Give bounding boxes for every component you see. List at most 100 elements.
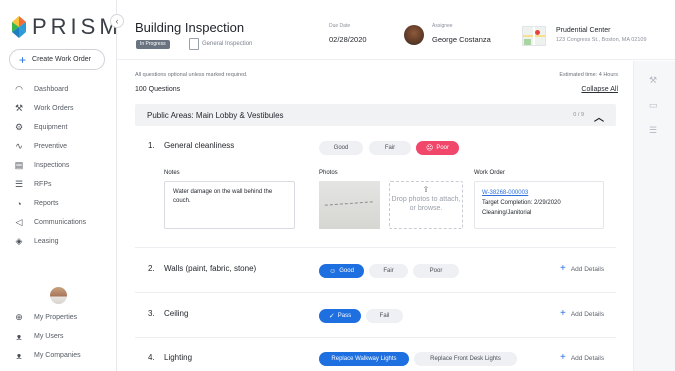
sidebar-item-communications[interactable]: ◁ Communications xyxy=(0,213,116,232)
users-icon: ᴥ xyxy=(16,331,22,342)
smile-icon: ☺ xyxy=(329,267,337,275)
option-label: Replace Front Desk Lights xyxy=(430,356,501,362)
sidebar-item-rfps[interactable]: ☰ RFPs xyxy=(0,175,116,194)
upload-icon: ⇪ xyxy=(422,185,430,194)
location-name[interactable]: Prudential Center xyxy=(556,27,610,34)
section-title: Public Areas: Main Lobby & Vestibules xyxy=(147,111,284,120)
divider xyxy=(135,337,616,338)
sidebar-item-label: Inspections xyxy=(34,162,70,169)
divider xyxy=(135,247,616,248)
required-note: All questions optional unless marked req… xyxy=(135,72,248,78)
question-number: 3. xyxy=(148,309,155,318)
assignee-name[interactable]: George Costanza xyxy=(432,35,491,44)
notes-field[interactable]: Water damage on the wall behind the couc… xyxy=(164,181,295,229)
plus-icon: + xyxy=(19,52,27,67)
page-title: Building Inspection xyxy=(135,20,245,35)
prism-logo[interactable]: PRISM xyxy=(12,14,122,40)
status-badge: In Progress xyxy=(136,40,170,49)
inspection-type: General Inspection xyxy=(202,41,253,47)
sidebar-item-dashboard[interactable]: ◠ Dashboard xyxy=(0,80,116,99)
user-avatar[interactable] xyxy=(50,287,67,304)
megaphone-icon: ◁ xyxy=(15,217,23,227)
work-order-target: Target Completion: 2/29/2020 xyxy=(482,200,561,206)
chevron-up-icon[interactable]: ︿ xyxy=(594,109,604,124)
add-details-button[interactable]: + Add Details xyxy=(560,353,604,363)
plus-icon: + xyxy=(560,352,566,363)
sidebar-nav: ◠ Dashboard ⚒ Work Orders ⚙ Equipment ∿ Prev… xyxy=(0,80,116,251)
question-title: Lighting xyxy=(164,353,193,362)
sidebar: PRISM ‹ + Create Work Order ◠ Dashboard ⚒… xyxy=(0,0,124,371)
add-details-button[interactable]: + Add Details xyxy=(560,264,604,274)
estimated-time: Estimated time: 4 Hours xyxy=(559,72,618,78)
option-poor[interactable]: Poor xyxy=(413,264,459,278)
option-label: Replace Walkway Lights xyxy=(331,356,397,362)
option-label: Fair xyxy=(384,145,396,151)
sidebar-item-my-users[interactable]: ᴥ My Users xyxy=(0,327,116,346)
photo-thumbnail[interactable] xyxy=(319,181,380,229)
option-label: Fair xyxy=(383,268,394,274)
sidebar-item-label: My Companies xyxy=(34,352,81,359)
brand-name: PRISM xyxy=(32,14,122,39)
add-details-button[interactable]: + Add Details xyxy=(560,309,604,319)
wrench-icon[interactable]: ⚒ xyxy=(649,75,657,86)
location-map-thumbnail[interactable] xyxy=(522,26,546,46)
question-number: 1. xyxy=(148,141,155,150)
option-label: Poor xyxy=(436,145,449,151)
companies-icon: ᴥ xyxy=(16,350,22,361)
work-order-label: Work Order xyxy=(474,170,505,176)
sidebar-item-my-properties[interactable]: ⊕ My Properties xyxy=(0,308,116,327)
plus-icon: + xyxy=(560,308,566,319)
sidebar-item-preventive[interactable]: ∿ Preventive xyxy=(0,137,116,156)
notes-label: Notes xyxy=(164,170,180,176)
sidebar-item-leasing[interactable]: ◈ Leasing xyxy=(0,232,116,251)
inspection-content: All questions optional unless marked req… xyxy=(117,61,633,371)
photo-dropzone[interactable]: ⇪ Drop photos to attach, or browse. xyxy=(389,181,463,229)
due-date-label: Due Date xyxy=(329,23,351,29)
collapse-all-link[interactable]: Collapse All xyxy=(581,86,618,93)
sidebar-item-label: Work Orders xyxy=(34,105,74,112)
sidebar-item-label: My Properties xyxy=(34,314,78,321)
option-label: Good xyxy=(339,268,354,274)
check-icon: ✓ xyxy=(328,313,335,320)
gears-icon: ⚙ xyxy=(14,122,24,132)
clipboard-icon xyxy=(189,38,199,50)
sidebar-item-inspections[interactable]: ▤ Inspections xyxy=(0,156,116,175)
option-replace-front-desk-lights[interactable]: Replace Front Desk Lights xyxy=(414,352,517,366)
sidebar-item-my-companies[interactable]: ᴥ My Companies xyxy=(0,346,116,365)
sidebar-item-label: RFPs xyxy=(34,181,52,188)
option-replace-walkway-lights-selected[interactable]: Replace Walkway Lights xyxy=(319,352,409,366)
option-label: Good xyxy=(333,145,349,151)
image-icon[interactable]: ▭ xyxy=(649,100,658,111)
sidebar-item-equipment[interactable]: ⚙ Equipment xyxy=(0,118,116,137)
sidebar-item-work-orders[interactable]: ⚒ Work Orders xyxy=(0,99,116,118)
chart-icon: ◔ xyxy=(16,198,22,209)
question-number: 4. xyxy=(148,353,155,362)
option-good-selected[interactable]: ☺ Good xyxy=(319,264,364,278)
option-fair[interactable]: Fair xyxy=(369,141,411,155)
dropzone-text: Drop photos to attach, or browse. xyxy=(391,196,461,212)
option-fail[interactable]: Fail xyxy=(366,309,403,323)
list-icon[interactable]: ☰ xyxy=(649,125,657,136)
question-title: Walls (paint, fabric, stone) xyxy=(164,264,257,273)
sidebar-item-label: My Users xyxy=(34,333,64,340)
sidebar-item-label: Dashboard xyxy=(34,86,69,93)
option-pass-selected[interactable]: ✓ Pass xyxy=(319,309,361,323)
inspection-header: Building Inspection In Progress General … xyxy=(117,0,675,60)
add-details-label: Add Details xyxy=(570,265,605,273)
section-header[interactable]: Public Areas: Main Lobby & Vestibules 0 … xyxy=(135,104,616,126)
option-fair[interactable]: Fair xyxy=(369,264,408,278)
create-work-order-button[interactable]: + Create Work Order xyxy=(9,49,105,70)
layers-icon: ◈ xyxy=(15,236,23,246)
work-order-card: W-38268-000003 Target Completion: 2/29/2… xyxy=(474,181,604,229)
option-poor-selected[interactable]: ☹ Poor xyxy=(416,141,459,155)
questions-count: 100 Questions xyxy=(135,86,181,93)
location-address: 123 Congress St., Boston, MA 02109 xyxy=(556,37,647,43)
question-3: 3. Ceiling xyxy=(148,309,188,318)
option-label: Pass xyxy=(337,313,352,319)
work-order-link[interactable]: W-38268-000003 xyxy=(482,188,596,198)
assignee-avatar[interactable] xyxy=(404,25,424,45)
sidebar-item-reports[interactable]: ◔ Reports xyxy=(0,194,116,213)
option-good[interactable]: Good xyxy=(319,141,363,155)
map-pin-icon xyxy=(535,30,540,35)
add-details-label: Add Details xyxy=(570,310,605,318)
